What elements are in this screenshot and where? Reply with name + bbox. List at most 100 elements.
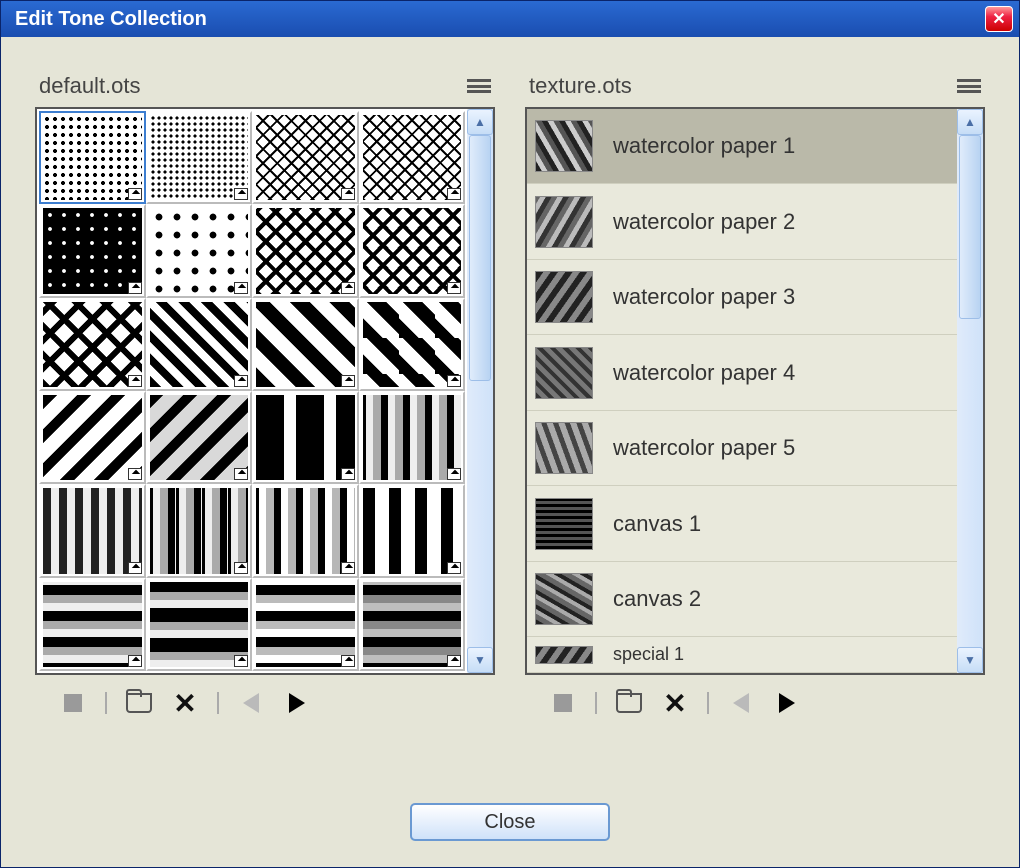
tone-cell[interactable] <box>146 111 253 204</box>
dialog-content: default.ots <box>1 37 1019 867</box>
tone-cell[interactable] <box>359 578 466 671</box>
texture-label: watercolor paper 2 <box>613 209 795 235</box>
texture-thumb <box>535 573 593 625</box>
left-scrollbar[interactable]: ▲ ▼ <box>467 109 493 673</box>
tone-cell[interactable] <box>359 484 466 577</box>
tone-cell[interactable] <box>252 578 359 671</box>
tone-cell[interactable] <box>252 111 359 204</box>
right-panel-menu-button[interactable] <box>957 77 981 95</box>
options-icon <box>341 375 355 387</box>
window-close-button[interactable]: ✕ <box>985 6 1013 32</box>
texture-thumb <box>535 347 593 399</box>
scroll-down-button[interactable]: ▼ <box>957 647 983 673</box>
options-icon <box>128 468 142 480</box>
texture-label: canvas 2 <box>613 586 701 612</box>
tone-cell[interactable] <box>146 298 253 391</box>
triangle-left-icon <box>243 693 259 713</box>
left-panel-menu-button[interactable] <box>467 77 491 95</box>
list-item[interactable]: watercolor paper 1 <box>527 109 957 184</box>
left-tone-grid: ▲ ▼ <box>35 107 495 675</box>
texture-label: special 1 <box>613 644 684 665</box>
texture-thumb <box>535 646 593 664</box>
options-icon <box>234 282 248 294</box>
tone-cell[interactable] <box>252 298 359 391</box>
list-item[interactable]: special 1 <box>527 637 957 673</box>
list-item[interactable]: canvas 2 <box>527 562 957 637</box>
tone-cell[interactable] <box>359 298 466 391</box>
tone-cell[interactable] <box>39 484 146 577</box>
scroll-up-button[interactable]: ▲ <box>467 109 493 135</box>
texture-list: watercolor paper 1 watercolor paper 2 wa… <box>527 109 957 673</box>
tone-cell[interactable] <box>252 204 359 297</box>
scroll-track[interactable] <box>957 135 983 647</box>
next-button[interactable] <box>283 689 311 717</box>
list-item[interactable]: watercolor paper 3 <box>527 260 957 335</box>
texture-label: watercolor paper 1 <box>613 133 795 159</box>
stop-icon <box>554 694 572 712</box>
triangle-left-icon <box>733 693 749 713</box>
texture-thumb <box>535 196 593 248</box>
options-icon <box>128 188 142 200</box>
close-button[interactable]: Close <box>410 803 610 841</box>
stop-button[interactable] <box>59 689 87 717</box>
scroll-thumb[interactable] <box>469 135 491 381</box>
tone-cell[interactable] <box>359 204 466 297</box>
tone-cell[interactable] <box>359 391 466 484</box>
right-toolbar: ✕ <box>525 675 985 723</box>
tone-cell[interactable] <box>39 391 146 484</box>
tone-cell[interactable] <box>39 204 146 297</box>
tone-cell[interactable] <box>146 204 253 297</box>
dialog-footer: Close <box>35 791 985 861</box>
right-scrollbar[interactable]: ▲ ▼ <box>957 109 983 673</box>
folder-button[interactable] <box>125 689 153 717</box>
left-panel: default.ots <box>35 73 495 791</box>
list-item[interactable]: canvas 1 <box>527 486 957 561</box>
tone-cell[interactable] <box>146 484 253 577</box>
options-icon <box>447 655 461 667</box>
tone-cell[interactable] <box>252 391 359 484</box>
delete-icon: ✕ <box>173 687 196 720</box>
tone-cell[interactable] <box>252 484 359 577</box>
delete-button[interactable]: ✕ <box>661 689 689 717</box>
panels: default.ots <box>35 73 985 791</box>
list-item[interactable]: watercolor paper 4 <box>527 335 957 410</box>
tone-cell[interactable] <box>146 578 253 671</box>
delete-button[interactable]: ✕ <box>171 689 199 717</box>
dialog-window: Edit Tone Collection ✕ default.ots <box>0 0 1020 868</box>
stop-button[interactable] <box>549 689 577 717</box>
window-title: Edit Tone Collection <box>15 8 207 31</box>
scroll-thumb[interactable] <box>959 135 981 319</box>
options-icon <box>128 282 142 294</box>
options-icon <box>234 655 248 667</box>
scroll-up-button[interactable]: ▲ <box>957 109 983 135</box>
options-icon <box>234 188 248 200</box>
folder-icon <box>126 693 152 713</box>
folder-icon <box>616 693 642 713</box>
next-button[interactable] <box>773 689 801 717</box>
folder-button[interactable] <box>615 689 643 717</box>
tone-cell[interactable] <box>146 391 253 484</box>
options-icon <box>447 188 461 200</box>
list-item[interactable]: watercolor paper 5 <box>527 411 957 486</box>
triangle-right-icon <box>289 693 305 713</box>
options-icon <box>341 562 355 574</box>
tone-cell[interactable] <box>39 298 146 391</box>
prev-button[interactable] <box>727 689 755 717</box>
scroll-track[interactable] <box>467 135 493 647</box>
options-icon <box>341 655 355 667</box>
options-icon <box>128 375 142 387</box>
delete-icon: ✕ <box>663 687 686 720</box>
tone-cell[interactable] <box>359 111 466 204</box>
texture-label: watercolor paper 5 <box>613 435 795 461</box>
titlebar: Edit Tone Collection ✕ <box>1 1 1019 37</box>
scroll-down-button[interactable]: ▼ <box>467 647 493 673</box>
menu-icon <box>957 79 981 82</box>
tone-cell[interactable] <box>39 578 146 671</box>
options-icon <box>341 468 355 480</box>
texture-thumb <box>535 422 593 474</box>
tone-cell[interactable] <box>39 111 146 204</box>
prev-button[interactable] <box>237 689 265 717</box>
list-item[interactable]: watercolor paper 2 <box>527 184 957 259</box>
right-panel-title: texture.ots <box>529 73 632 99</box>
triangle-right-icon <box>779 693 795 713</box>
